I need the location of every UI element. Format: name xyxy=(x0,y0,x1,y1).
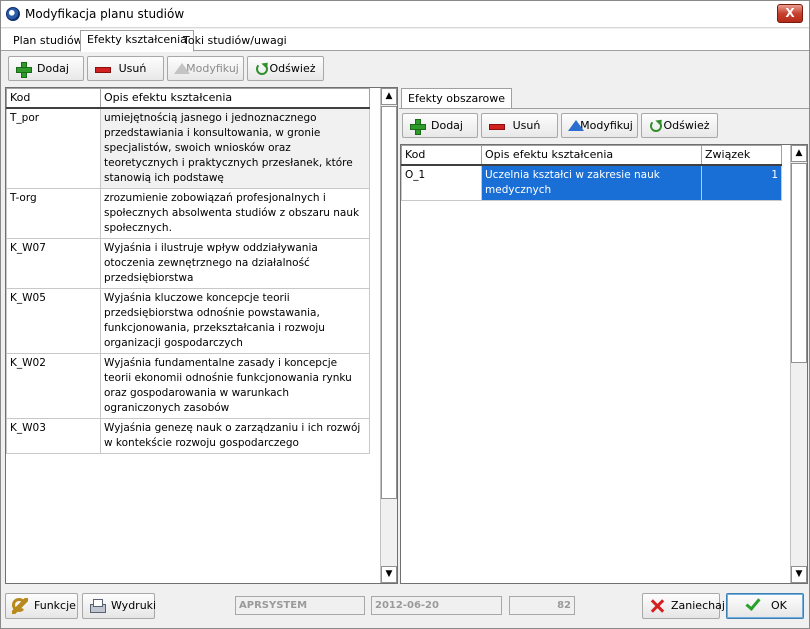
date-field: 2012-06-20 xyxy=(371,596,502,615)
right-refresh-button-label: Odśwież xyxy=(663,119,710,132)
cell-description: Wyjaśnia kluczowe koncepcje teorii przed… xyxy=(100,287,370,354)
modify-button[interactable]: Modyfikuj xyxy=(167,56,244,81)
right-toolbar: Dodaj Usuń Modyfikuj Odśwież xyxy=(399,110,809,140)
ok-button[interactable]: OK xyxy=(726,593,804,619)
refresh-icon xyxy=(650,120,662,132)
cell-description: zrozumienie zobowiązań profesjonalnych i… xyxy=(100,187,370,239)
table-row[interactable]: K_W07 Wyjaśnia i ilustruje wpływ oddział… xyxy=(6,237,370,289)
refresh-icon xyxy=(256,63,268,75)
right-effects-table: Kod Opis efektu kształcenia Związek O_1 … xyxy=(401,145,782,201)
table-row[interactable]: T-org zrozumienie zobowiązań profesjonal… xyxy=(6,187,370,239)
refresh-button[interactable]: Odśwież xyxy=(247,56,324,81)
functions-button-label: Funkcje xyxy=(34,599,76,612)
wrench-icon xyxy=(12,598,28,614)
cell-description: umiejętnością jasnego i jednoznacznego p… xyxy=(100,107,370,189)
column-header-kod[interactable]: Kod xyxy=(6,88,101,109)
scroll-thumb[interactable] xyxy=(381,106,397,499)
ok-button-label: OK xyxy=(771,599,787,612)
functions-button[interactable]: Funkcje xyxy=(5,593,78,619)
scroll-down-button[interactable]: ▼ xyxy=(381,566,397,583)
scroll-thumb[interactable] xyxy=(791,163,807,363)
add-button-label: Dodaj xyxy=(37,62,69,75)
left-effects-grid[interactable]: Kod Opis efektu kształcenia T_por umieję… xyxy=(5,87,398,584)
right-modify-button[interactable]: Modyfikuj xyxy=(561,113,638,138)
tab-efekty-obszarowe[interactable]: Efekty obszarowe xyxy=(401,88,513,109)
cell-code: K_W07 xyxy=(6,237,101,289)
system-name-field: APRSYSTEM xyxy=(235,596,365,615)
right-refresh-button[interactable]: Odśwież xyxy=(641,113,718,138)
cell-description: Wyjaśnia i ilustruje wpływ oddziaływania… xyxy=(100,237,370,289)
cell-code: K_W05 xyxy=(6,287,101,354)
tab-toki-studiow[interactable]: Toki studiów/uwagi xyxy=(177,32,293,51)
cell-code: O_1 xyxy=(401,164,482,201)
column-header-opis[interactable]: Opis efektu kształcenia xyxy=(100,88,370,109)
table-row[interactable]: O_1 Uczelnia kształci w zakresie nauk me… xyxy=(401,164,782,201)
close-icon xyxy=(649,598,665,614)
right-modify-button-label: Modyfikuj xyxy=(580,119,633,132)
prints-button[interactable]: Wydruki xyxy=(82,593,157,619)
cancel-button-label: Zaniechaj xyxy=(671,599,725,612)
delete-button[interactable]: Usuń xyxy=(87,56,164,81)
modify-button-label: Modyfikuj xyxy=(186,62,239,75)
table-row[interactable]: K_W03 Wyjaśnia genezę nauk o zarządzaniu… xyxy=(6,417,370,454)
modify-icon xyxy=(174,63,190,74)
close-button[interactable]: X xyxy=(777,4,803,23)
refresh-button-label: Odśwież xyxy=(269,62,316,75)
left-grid-body: Kod Opis efektu kształcenia T_por umieję… xyxy=(6,88,379,583)
scroll-up-button[interactable]: ▲ xyxy=(381,88,397,105)
modify-icon xyxy=(568,120,584,131)
left-vertical-scrollbar[interactable]: ▲ ▼ xyxy=(380,88,397,583)
right-add-button[interactable]: Dodaj xyxy=(402,113,478,138)
minus-icon xyxy=(95,62,111,76)
right-vertical-scrollbar[interactable]: ▲ ▼ xyxy=(790,145,807,583)
cell-description: Uczelnia kształci w zakresie nauk medycz… xyxy=(481,164,702,201)
title-bar: Modyfikacja planu studiów X xyxy=(1,1,809,28)
prints-button-label: Wydruki xyxy=(111,599,157,612)
right-add-button-label: Dodaj xyxy=(431,119,463,132)
tab-plan-studiow[interactable]: Plan studiów xyxy=(7,32,89,51)
cell-description: Wyjaśnia fundamentalne zasady i koncepcj… xyxy=(100,352,370,419)
cell-description: Wyjaśnia genezę nauk o zarządzaniu i ich… xyxy=(100,417,370,454)
right-delete-button-label: Usuń xyxy=(512,119,541,132)
column-header-kod[interactable]: Kod xyxy=(401,145,482,166)
left-effects-table: Kod Opis efektu kształcenia T_por umieję… xyxy=(6,88,370,454)
cancel-button[interactable]: Zaniechaj xyxy=(642,593,725,619)
app-icon xyxy=(6,7,20,21)
right-effects-grid[interactable]: Kod Opis efektu kształcenia Związek O_1 … xyxy=(400,144,808,584)
table-row[interactable]: K_W05 Wyjaśnia kluczowe koncepcje teorii… xyxy=(6,287,370,354)
column-header-zwiazek[interactable]: Związek xyxy=(701,145,782,166)
cell-code: T_por xyxy=(6,107,101,189)
cell-code: K_W03 xyxy=(6,417,101,454)
cell-relation: 1 xyxy=(701,164,782,201)
add-button[interactable]: Dodaj xyxy=(8,56,84,81)
cell-code: T-org xyxy=(6,187,101,239)
minus-icon xyxy=(489,119,505,133)
delete-button-label: Usuń xyxy=(118,62,147,75)
left-toolbar: Dodaj Usuń Modyfikuj Odśwież xyxy=(1,53,401,83)
number-field: 82 xyxy=(509,596,575,615)
dialog-window: Modyfikacja planu studiów X Plan studiów… xyxy=(0,0,810,629)
check-icon xyxy=(745,595,761,611)
printer-icon xyxy=(89,598,106,614)
tab-bar: Plan studiów Efekty kształcenia Toki stu… xyxy=(1,29,809,52)
table-row[interactable]: K_W02 Wyjaśnia fundamentalne zasady i ko… xyxy=(6,352,370,419)
scroll-down-button[interactable]: ▼ xyxy=(791,566,807,583)
table-row[interactable]: T_por umiejętnością jasnego i jednoznacz… xyxy=(6,107,370,189)
scroll-up-button[interactable]: ▲ xyxy=(791,145,807,162)
right-delete-button[interactable]: Usuń xyxy=(481,113,558,138)
window-title: Modyfikacja planu studiów xyxy=(25,7,185,21)
plus-icon xyxy=(16,62,32,78)
column-header-opis[interactable]: Opis efektu kształcenia xyxy=(481,145,702,166)
plus-icon xyxy=(410,119,426,135)
right-grid-body: Kod Opis efektu kształcenia Związek O_1 … xyxy=(401,145,789,583)
cell-code: K_W02 xyxy=(6,352,101,419)
